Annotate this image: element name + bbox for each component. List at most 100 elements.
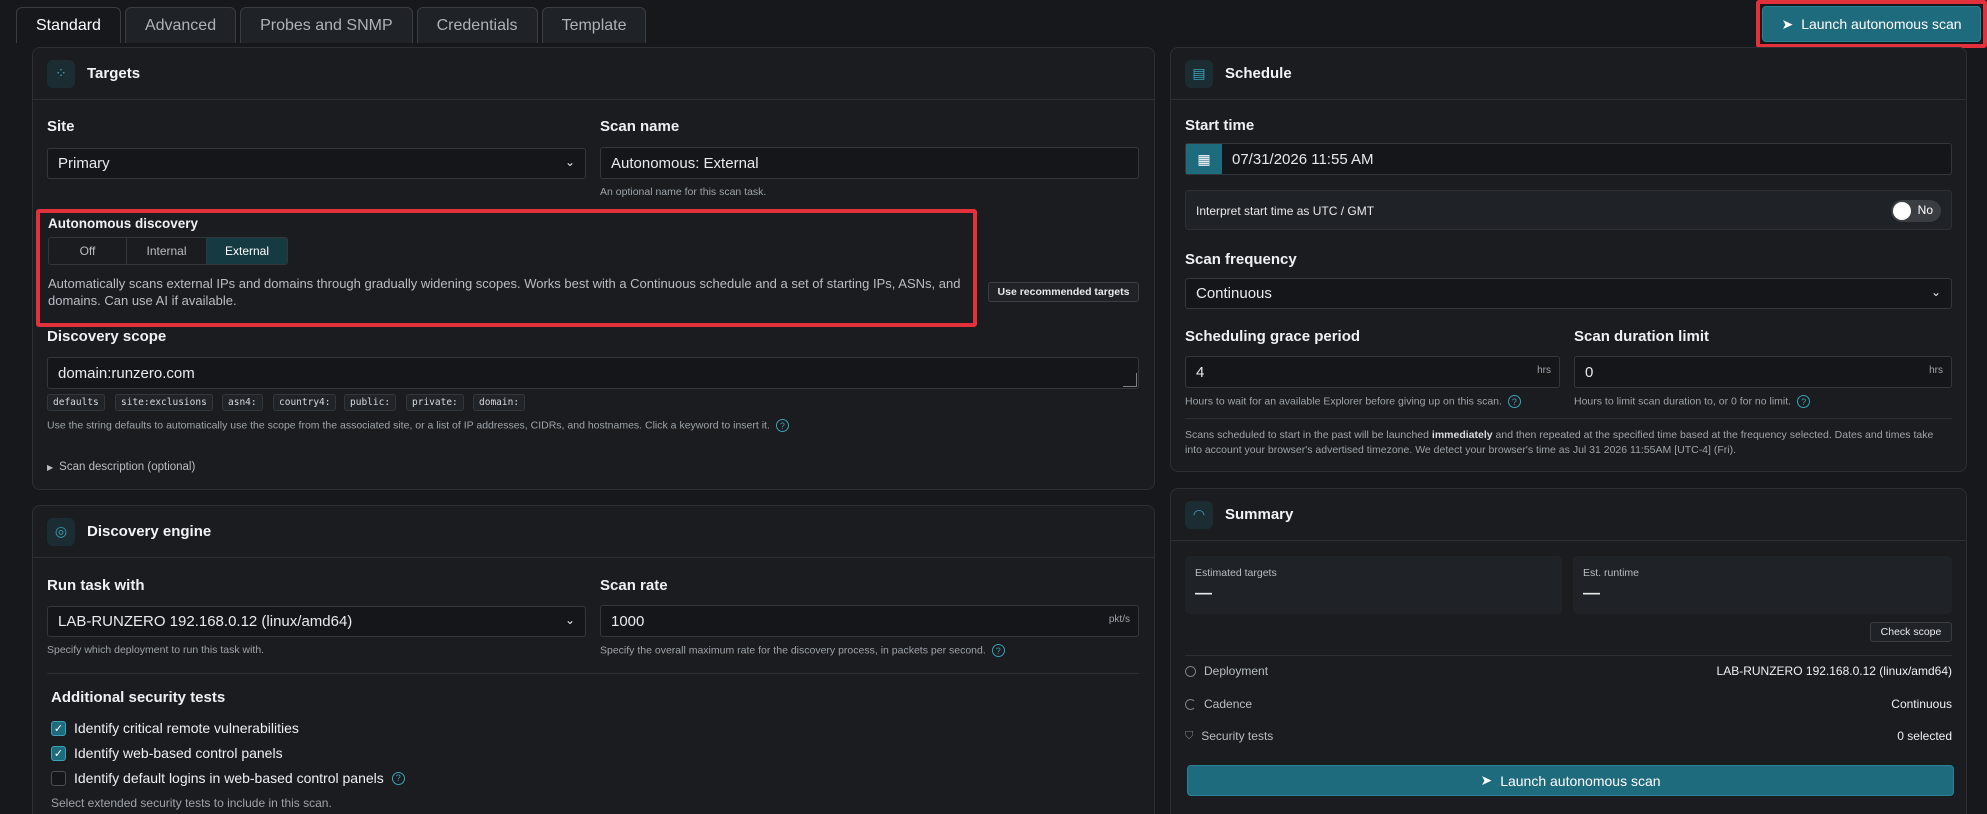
scan-name-input[interactable]: Autonomous: External [600,147,1139,179]
send-icon: ➤ [1480,772,1493,788]
estimated-targets-card: Estimated targets — [1185,556,1562,614]
keyword-public[interactable]: public: [344,394,397,411]
launch-autonomous-scan-button-bottom[interactable]: ➤ Launch autonomous scan [1187,765,1954,796]
scan-rate-input[interactable]: 1000 pkt/s [600,605,1139,637]
utc-toggle-label: No [1917,203,1933,217]
deployment-key: Deployment [1204,664,1269,678]
gauge-icon: ◠ [1185,500,1213,529]
launch-top-highlight: ➤ Launch autonomous scan [1756,0,1987,48]
mode-internal-button[interactable]: Internal [127,238,207,264]
tab-standard[interactable]: Standard [16,7,121,43]
start-time-value: 07/31/2026 11:55 AM [1232,150,1374,168]
scan-description-label: Scan description (optional) [59,461,196,473]
scan-name-help: An optional name for this scan task. [600,186,767,198]
targets-icon: ⁘ [47,59,75,88]
keyword-asn4[interactable]: asn4: [222,394,263,411]
scan-description-toggle[interactable]: ▶ Scan description (optional) [47,461,195,473]
security-tests-key: Security tests [1201,729,1274,743]
radar-icon: ◎ [47,517,75,546]
autonomous-discovery-highlight: Autonomous discovery Off Internal Extern… [36,209,977,327]
test-critical-vulns[interactable]: ✓ Identify critical remote vulnerabiliti… [51,720,299,736]
check-scope-button[interactable]: Check scope [1870,622,1952,642]
launch-button-label: Launch autonomous scan [1801,16,1962,32]
est-runtime-value: — [1583,583,1600,602]
deployment-select[interactable]: LAB-RUNZERO 192.168.0.12 (linux/amd64) ⌄ [47,606,586,637]
keyword-defaults[interactable]: defaults [47,394,105,411]
summary-title: Summary [1225,506,1294,523]
tab-bar: Standard Advanced Probes and SNMP Creden… [16,7,647,43]
help-icon[interactable]: ? [1797,395,1811,408]
scan-frequency-select[interactable]: Continuous ⌄ [1185,278,1952,309]
duration-limit-value: 0 [1585,363,1594,381]
help-icon[interactable]: ? [991,644,1005,657]
cadence-value: Continuous [1891,697,1952,711]
help-icon[interactable]: ? [391,771,405,785]
keyword-domain[interactable]: domain: [473,394,526,411]
summary-row-security-tests: ⛉ Security tests 0 selected [1185,729,1952,743]
duration-help-text: Hours to limit scan duration to, or 0 fo… [1574,395,1792,408]
calendar-picker-icon[interactable]: ▦ [1186,144,1222,174]
test-web-panels[interactable]: ✓ Identify web-based control panels [51,745,283,761]
scan-rate-unit: pkt/s [1108,614,1130,625]
mode-external-button[interactable]: External [207,238,287,264]
estimated-targets-value: — [1195,583,1212,602]
summary-key: Deployment [1185,664,1268,678]
keyword-private[interactable]: private: [406,394,464,411]
schedule-note-bold: immediately [1431,429,1493,441]
launch-autonomous-scan-button-top[interactable]: ➤ Launch autonomous scan [1762,6,1981,42]
discovery-scope-label: Discovery scope [47,328,167,345]
calendar-icon: ▤ [1185,59,1213,88]
help-icon[interactable]: ? [775,419,789,432]
run-task-label: Run task with [47,577,145,594]
duration-limit-input[interactable]: 0 hrs [1574,356,1952,388]
keyword-country4[interactable]: country4: [273,394,337,411]
grace-period-input[interactable]: 4 hrs [1185,356,1560,388]
schedule-note-pre: Scans scheduled to start in the past wil… [1185,429,1432,441]
duration-limit-unit: hrs [1929,365,1943,376]
use-recommended-targets-button[interactable]: Use recommended targets [988,282,1139,302]
toggle-knob [1893,202,1911,220]
checkbox-checked-icon[interactable]: ✓ [51,720,66,736]
checkbox-checked-icon[interactable]: ✓ [51,745,66,761]
resize-handle[interactable] [1123,373,1137,387]
schedule-note: Scans scheduled to start in the past wil… [1185,428,1952,458]
chevron-down-icon: ⌄ [564,155,575,169]
deployment-value: LAB-RUNZERO 192.168.0.12 (linux/amd64) [58,613,353,630]
tab-advanced[interactable]: Advanced [124,7,237,43]
help-icon[interactable]: ? [1507,395,1521,408]
utc-toggle[interactable]: No [1891,200,1941,222]
mode-off-button[interactable]: Off [49,238,127,264]
summary-row-deployment: Deployment LAB-RUNZERO 192.168.0.12 (lin… [1185,664,1952,678]
checkbox-empty-icon[interactable] [51,770,66,786]
tab-probes-snmp[interactable]: Probes and SNMP [240,7,413,43]
start-time-input[interactable]: ▦ 07/31/2026 11:55 AM [1185,143,1952,175]
chevron-down-icon: ⌄ [1930,285,1941,299]
schedule-title: Schedule [1225,65,1292,82]
scan-rate-label: Scan rate [600,577,668,594]
engine-divider [47,673,1139,674]
grace-period-help: Hours to wait for an available Explorer … [1185,395,1521,408]
duration-limit-label: Scan duration limit [1574,328,1710,345]
send-icon: ➤ [1781,15,1794,32]
tab-template[interactable]: Template [541,7,647,43]
test-default-logins[interactable]: Identify default logins in web-based con… [51,770,405,786]
security-tests-label: Additional security tests [51,689,226,706]
utc-row: Interpret start time as UTC / GMT No [1185,190,1952,230]
shield-icon: ⛉ [1185,729,1194,742]
keyword-site-exclusions[interactable]: site:exclusions [115,394,213,411]
cadence-key: Cadence [1204,697,1253,711]
chevron-down-icon: ⌄ [564,613,575,627]
discovery-scope-textarea[interactable]: domain:runzero.com [47,357,1139,389]
summary-key: Cadence [1185,697,1252,711]
estimated-targets-label: Estimated targets [1195,567,1277,579]
scan-name-label: Scan name [600,118,680,135]
discovery-engine-panel: ◎ Discovery engine [32,505,1155,814]
scan-rate-value: 1000 [611,612,645,630]
caret-right-icon: ▶ [47,462,54,472]
site-value: Primary [58,155,110,172]
site-select[interactable]: Primary ⌄ [47,148,586,179]
summary-key: ⛉ Security tests [1185,729,1273,743]
targets-header: ⁘ Targets [33,48,1154,100]
tab-credentials[interactable]: Credentials [416,7,538,43]
scan-frequency-label: Scan frequency [1185,251,1297,268]
